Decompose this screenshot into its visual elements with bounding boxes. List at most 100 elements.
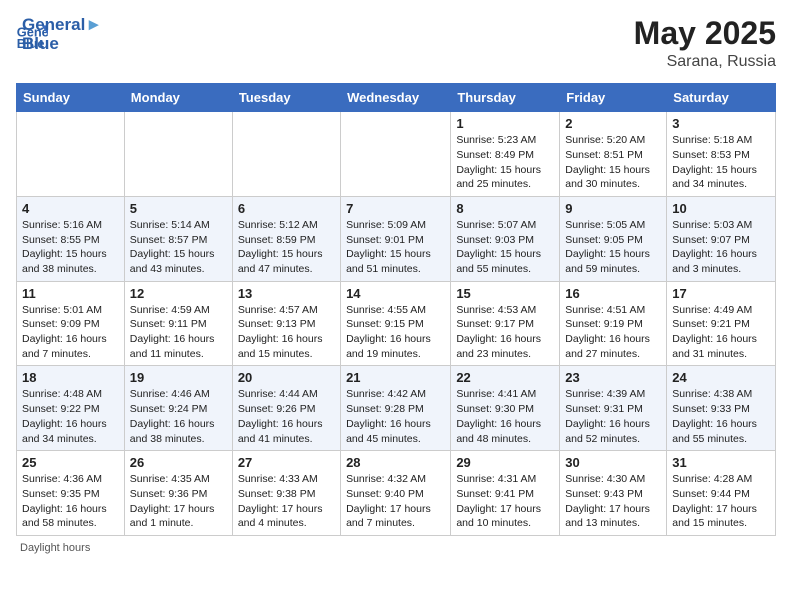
day-info: Sunrise: 4:49 AMSunset: 9:21 PMDaylight:… — [672, 303, 770, 362]
calendar-cell: 16 Sunrise: 4:51 AMSunset: 9:19 PMDayligh… — [560, 281, 667, 366]
col-saturday: Saturday — [667, 84, 776, 112]
logo-blue: Blue — [22, 35, 102, 54]
calendar-cell: 21 Sunrise: 4:42 AMSunset: 9:28 PMDayligh… — [341, 366, 451, 451]
calendar-cell: 29Sunrise: 4:31 AMSunset: 9:41 PMDayligh… — [451, 451, 560, 536]
day-number: 8 — [456, 201, 554, 216]
day-info: Sunrise: 4:35 AMSunset: 9:36 PMDaylight:… — [130, 472, 227, 531]
day-info: Sunrise: 4:59 AMSunset: 9:11 PMDaylight:… — [130, 303, 227, 362]
day-info: Sunrise: 4:33 AMSunset: 9:38 PMDaylight:… — [238, 472, 335, 531]
day-number: 9 — [565, 201, 661, 216]
daylight-label: Daylight hours — [20, 542, 90, 554]
day-number: 18 — [22, 370, 119, 385]
day-number: 17 — [672, 286, 770, 301]
calendar-cell: 25Sunrise: 4:36 AMSunset: 9:35 PMDayligh… — [17, 451, 125, 536]
header-row: Sunday Monday Tuesday Wednesday Thursday… — [17, 84, 776, 112]
day-number: 11 — [22, 286, 119, 301]
day-info: Sunrise: 5:14 AMSunset: 8:57 PMDaylight:… — [130, 218, 227, 277]
col-tuesday: Tuesday — [232, 84, 340, 112]
calendar-cell: 1 Sunrise: 5:23 AMSunset: 8:49 PMDaylight… — [451, 112, 560, 197]
day-info: Sunrise: 4:42 AMSunset: 9:28 PMDaylight:… — [346, 387, 445, 446]
logo-general: General► — [22, 16, 102, 35]
day-number: 15 — [456, 286, 554, 301]
col-sunday: Sunday — [17, 84, 125, 112]
day-info: Sunrise: 5:12 AMSunset: 8:59 PMDaylight:… — [238, 218, 335, 277]
day-number: 29 — [456, 455, 554, 470]
footer: Daylight hours — [16, 542, 776, 554]
day-number: 10 — [672, 201, 770, 216]
calendar-cell: 5 Sunrise: 5:14 AMSunset: 8:57 PMDaylight… — [124, 196, 232, 281]
logo: General Blue General► Blue — [16, 16, 102, 53]
day-number: 16 — [565, 286, 661, 301]
day-info: Sunrise: 4:55 AMSunset: 9:15 PMDaylight:… — [346, 303, 445, 362]
calendar-cell — [124, 112, 232, 197]
day-number: 26 — [130, 455, 227, 470]
calendar-cell: 9 Sunrise: 5:05 AMSunset: 9:05 PMDaylight… — [560, 196, 667, 281]
day-info: Sunrise: 4:38 AMSunset: 9:33 PMDaylight:… — [672, 387, 770, 446]
day-info: Sunrise: 5:05 AMSunset: 9:05 PMDaylight:… — [565, 218, 661, 277]
day-number: 7 — [346, 201, 445, 216]
day-number: 19 — [130, 370, 227, 385]
calendar-cell: 3 Sunrise: 5:18 AMSunset: 8:53 PMDaylight… — [667, 112, 776, 197]
calendar-cell: 13 Sunrise: 4:57 AMSunset: 9:13 PMDayligh… — [232, 281, 340, 366]
day-info: Sunrise: 4:39 AMSunset: 9:31 PMDaylight:… — [565, 387, 661, 446]
calendar-cell: 7 Sunrise: 5:09 AMSunset: 9:01 PMDaylight… — [341, 196, 451, 281]
day-number: 1 — [456, 116, 554, 131]
calendar-cell: 8 Sunrise: 5:07 AMSunset: 9:03 PMDaylight… — [451, 196, 560, 281]
day-number: 2 — [565, 116, 661, 131]
day-info: Sunrise: 5:07 AMSunset: 9:03 PMDaylight:… — [456, 218, 554, 277]
calendar-cell: 15 Sunrise: 4:53 AMSunset: 9:17 PMDayligh… — [451, 281, 560, 366]
calendar-cell: 4 Sunrise: 5:16 AMSunset: 8:55 PMDaylight… — [17, 196, 125, 281]
calendar-cell: 12Sunrise: 4:59 AMSunset: 9:11 PMDayligh… — [124, 281, 232, 366]
day-info: Sunrise: 5:20 AMSunset: 8:51 PMDaylight:… — [565, 133, 661, 192]
col-monday: Monday — [124, 84, 232, 112]
day-info: Sunrise: 5:18 AMSunset: 8:53 PMDaylight:… — [672, 133, 770, 192]
day-number: 4 — [22, 201, 119, 216]
day-number: 20 — [238, 370, 335, 385]
calendar-cell: 14Sunrise: 4:55 AMSunset: 9:15 PMDayligh… — [341, 281, 451, 366]
day-number: 3 — [672, 116, 770, 131]
day-info: Sunrise: 4:48 AMSunset: 9:22 PMDaylight:… — [22, 387, 119, 446]
day-number: 22 — [456, 370, 554, 385]
day-info: Sunrise: 4:53 AMSunset: 9:17 PMDaylight:… — [456, 303, 554, 362]
day-number: 21 — [346, 370, 445, 385]
day-number: 27 — [238, 455, 335, 470]
day-info: Sunrise: 4:57 AMSunset: 9:13 PMDaylight:… — [238, 303, 335, 362]
calendar-cell: 28 Sunrise: 4:32 AMSunset: 9:40 PMDayligh… — [341, 451, 451, 536]
col-friday: Friday — [560, 84, 667, 112]
day-number: 5 — [130, 201, 227, 216]
calendar-cell: 20Sunrise: 4:44 AMSunset: 9:26 PMDayligh… — [232, 366, 340, 451]
day-info: Sunrise: 4:51 AMSunset: 9:19 PMDaylight:… — [565, 303, 661, 362]
calendar-cell: 18 Sunrise: 4:48 AMSunset: 9:22 PMDayligh… — [17, 366, 125, 451]
day-info: Sunrise: 5:23 AMSunset: 8:49 PMDaylight:… — [456, 133, 554, 192]
day-number: 24 — [672, 370, 770, 385]
calendar-cell: 17 Sunrise: 4:49 AMSunset: 9:21 PMDayligh… — [667, 281, 776, 366]
day-number: 31 — [672, 455, 770, 470]
calendar-cell: 27 Sunrise: 4:33 AMSunset: 9:38 PMDayligh… — [232, 451, 340, 536]
calendar-cell — [17, 112, 125, 197]
calendar-location: Sarana, Russia — [634, 53, 776, 71]
day-info: Sunrise: 5:16 AMSunset: 8:55 PMDaylight:… — [22, 218, 119, 277]
day-info: Sunrise: 4:32 AMSunset: 9:40 PMDaylight:… — [346, 472, 445, 531]
day-info: Sunrise: 4:30 AMSunset: 9:43 PMDaylight:… — [565, 472, 661, 531]
day-number: 28 — [346, 455, 445, 470]
day-info: Sunrise: 4:46 AMSunset: 9:24 PMDaylight:… — [130, 387, 227, 446]
week-row-5: 25Sunrise: 4:36 AMSunset: 9:35 PMDayligh… — [17, 451, 776, 536]
page: General Blue General► Blue May 2025 Sara… — [0, 0, 792, 612]
day-number: 13 — [238, 286, 335, 301]
day-number: 23 — [565, 370, 661, 385]
calendar-cell: 19 Sunrise: 4:46 AMSunset: 9:24 PMDayligh… — [124, 366, 232, 451]
calendar-cell: 30 Sunrise: 4:30 AMSunset: 9:43 PMDayligh… — [560, 451, 667, 536]
day-info: Sunrise: 5:09 AMSunset: 9:01 PMDaylight:… — [346, 218, 445, 277]
calendar-cell: 26 Sunrise: 4:35 AMSunset: 9:36 PMDayligh… — [124, 451, 232, 536]
day-info: Sunrise: 5:03 AMSunset: 9:07 PMDaylight:… — [672, 218, 770, 277]
day-info: Sunrise: 4:28 AMSunset: 9:44 PMDaylight:… — [672, 472, 770, 531]
col-wednesday: Wednesday — [341, 84, 451, 112]
day-info: Sunrise: 5:01 AMSunset: 9:09 PMDaylight:… — [22, 303, 119, 362]
day-number: 30 — [565, 455, 661, 470]
calendar-table: Sunday Monday Tuesday Wednesday Thursday… — [16, 83, 776, 536]
calendar-cell — [341, 112, 451, 197]
week-row-2: 4 Sunrise: 5:16 AMSunset: 8:55 PMDaylight… — [17, 196, 776, 281]
day-number: 6 — [238, 201, 335, 216]
title-block: May 2025 Sarana, Russia — [634, 16, 776, 71]
calendar-cell: 2 Sunrise: 5:20 AMSunset: 8:51 PMDaylight… — [560, 112, 667, 197]
